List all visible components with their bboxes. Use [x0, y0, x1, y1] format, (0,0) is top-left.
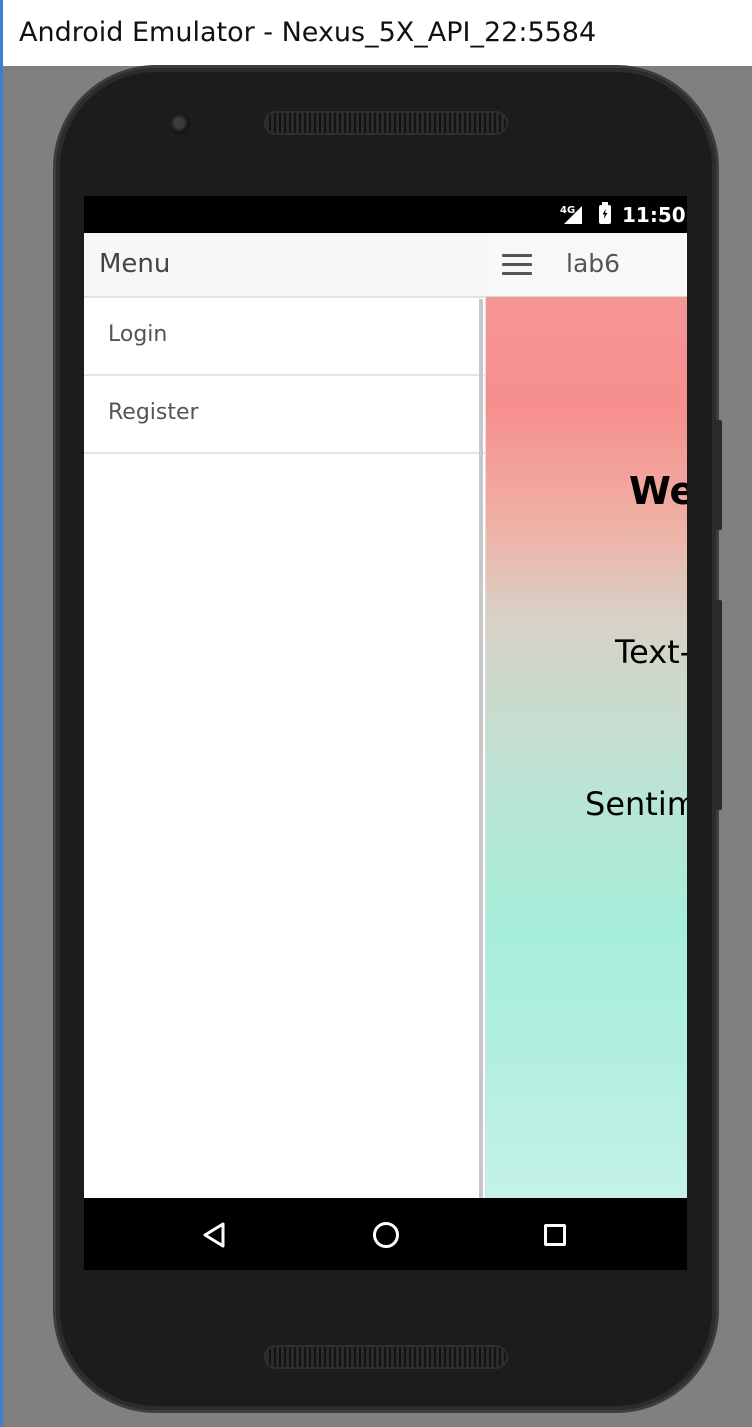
drawer-item-label: Login	[108, 322, 168, 347]
window-title: Android Emulator - Nexus_5X_API_22:5584	[0, 0, 752, 66]
menu-icon[interactable]	[502, 254, 532, 276]
window-frame	[0, 66, 3, 1427]
drawer-item-login[interactable]: Login	[84, 298, 486, 376]
drawer-header: Menu	[84, 233, 486, 298]
camera-icon	[170, 114, 190, 134]
volume-button[interactable]	[714, 600, 722, 810]
bottom-speaker	[266, 1347, 506, 1367]
app-brand[interactable]: lab6	[566, 249, 620, 278]
feature-text-2: Sentime	[585, 785, 687, 823]
status-time: 11:50	[622, 203, 686, 227]
power-button[interactable]	[714, 420, 722, 530]
feature-text-1: Text-t	[615, 633, 687, 671]
side-drawer: Menu Login Register	[84, 233, 486, 1198]
top-navbar: lab6	[486, 233, 687, 297]
status-bar: 4G 11:50	[84, 196, 687, 233]
app-view: lab6 Wel Text-t Sentime Menu Login Regis…	[84, 233, 687, 1198]
drawer-item-label: Register	[108, 400, 199, 425]
system-nav-bar	[84, 1198, 687, 1270]
home-icon[interactable]	[373, 1222, 399, 1248]
battery-charging-icon	[599, 202, 611, 224]
drawer-item-register[interactable]: Register	[84, 376, 486, 454]
drawer-scrollbar[interactable]	[479, 299, 483, 1198]
top-speaker	[266, 113, 506, 133]
recent-apps-icon[interactable]	[544, 1224, 566, 1246]
main-content: lab6 Wel Text-t Sentime	[486, 233, 687, 1198]
drawer-title: Menu	[99, 249, 171, 279]
device-screen: 4G 11:50 lab6 Wel Text-t Sentime Menu Lo…	[84, 196, 687, 1270]
welcome-heading: Wel	[629, 469, 687, 513]
back-icon[interactable]	[202, 1222, 226, 1248]
signal-icon	[564, 206, 582, 224]
